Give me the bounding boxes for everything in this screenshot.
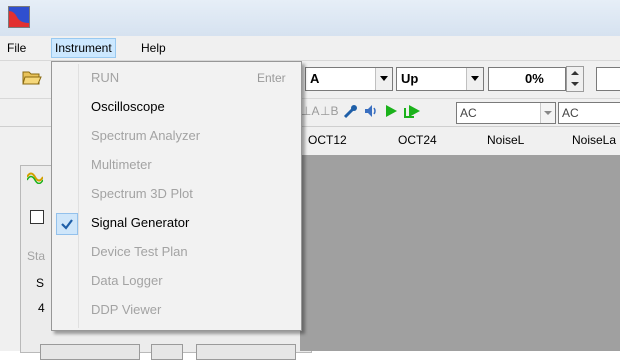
menu-item-label: Device Test Plan bbox=[91, 244, 188, 259]
menu-item-device-test-plan[interactable]: Device Test Plan bbox=[53, 240, 299, 264]
menu-item-label: RUN bbox=[91, 70, 120, 85]
menu-item-oscilloscope[interactable]: Oscilloscope bbox=[53, 95, 299, 119]
percent-spinner[interactable] bbox=[566, 66, 584, 92]
menu-item-label: Data Logger bbox=[91, 273, 163, 288]
percent-input[interactable]: 0% bbox=[488, 67, 566, 91]
menu-item-spectrum-3d-plot[interactable]: Spectrum 3D Plot bbox=[53, 182, 299, 206]
value-stub: 4 bbox=[38, 301, 45, 315]
channel-select-value: A bbox=[310, 71, 320, 86]
status-stub: Sta bbox=[27, 249, 46, 263]
chevron-down-icon[interactable] bbox=[466, 68, 483, 90]
menu-file[interactable]: File bbox=[4, 39, 29, 57]
bottom-button[interactable] bbox=[151, 344, 183, 360]
menu-help[interactable]: Help bbox=[138, 39, 169, 57]
menu-item-data-logger[interactable]: Data Logger bbox=[53, 269, 299, 293]
menu-item-label: Multimeter bbox=[91, 157, 152, 172]
extra-input[interactable] bbox=[596, 67, 620, 91]
enable-checkbox[interactable] bbox=[30, 210, 44, 224]
coupling-a-select[interactable]: AC bbox=[456, 102, 556, 124]
column-header[interactable]: NoiseLa bbox=[572, 133, 616, 147]
bottom-button[interactable] bbox=[196, 344, 296, 360]
coupling-a-value: AC bbox=[460, 106, 477, 120]
column-header[interactable]: NoiseL bbox=[487, 133, 524, 147]
section-stub: S bbox=[36, 276, 45, 290]
checkmark-icon bbox=[56, 213, 78, 235]
app-icon[interactable] bbox=[8, 6, 30, 28]
workspace-area bbox=[300, 155, 620, 351]
marker-b-icon[interactable]: ⊥B bbox=[320, 104, 338, 120]
menu-item-label: DDP Viewer bbox=[91, 302, 162, 317]
probe-icon[interactable] bbox=[343, 103, 359, 119]
column-header[interactable]: OCT12 bbox=[308, 133, 347, 147]
menu-item-shortcut: Enter bbox=[257, 71, 286, 85]
waveform-icon bbox=[26, 170, 44, 187]
title-bar bbox=[0, 0, 620, 36]
chevron-down-icon[interactable] bbox=[375, 68, 392, 90]
menu-item-label: Signal Generator bbox=[91, 215, 190, 230]
column-header[interactable]: OCT24 bbox=[398, 133, 437, 147]
menu-item-ddp-viewer[interactable]: DDP Viewer bbox=[53, 298, 299, 322]
play-step-icon[interactable] bbox=[404, 104, 422, 120]
instrument-menu: RUN Enter Oscilloscope Spectrum Analyzer… bbox=[51, 61, 302, 331]
menu-item-label: Spectrum Analyzer bbox=[91, 128, 201, 143]
coupling-b-value: AC bbox=[562, 106, 579, 120]
chevron-down-icon[interactable] bbox=[540, 103, 555, 123]
slope-select[interactable]: Up bbox=[396, 67, 484, 91]
marker-b-label: B bbox=[330, 104, 339, 118]
coupling-b-select[interactable]: AC bbox=[558, 102, 620, 124]
slope-select-value: Up bbox=[401, 71, 419, 86]
menu-bar: File Instrument Help bbox=[0, 36, 620, 60]
speaker-icon[interactable] bbox=[363, 103, 379, 119]
bottom-button[interactable] bbox=[40, 344, 140, 360]
play-icon[interactable] bbox=[384, 104, 398, 120]
marker-a-icon[interactable]: ⊥A bbox=[301, 104, 319, 120]
menu-item-label: Spectrum 3D Plot bbox=[91, 186, 193, 201]
percent-input-value: 0% bbox=[525, 71, 544, 86]
menu-instrument[interactable]: Instrument bbox=[51, 38, 116, 58]
menu-item-run[interactable]: RUN Enter bbox=[53, 66, 299, 90]
menu-item-label: Oscilloscope bbox=[91, 99, 165, 114]
open-folder-icon[interactable] bbox=[22, 68, 42, 86]
channel-select[interactable]: A bbox=[305, 67, 393, 91]
menu-item-spectrum-analyzer[interactable]: Spectrum Analyzer bbox=[53, 124, 299, 148]
marker-a-label: A bbox=[311, 104, 320, 118]
menu-item-signal-generator[interactable]: Signal Generator bbox=[53, 211, 299, 235]
menu-item-multimeter[interactable]: Multimeter bbox=[53, 153, 299, 177]
